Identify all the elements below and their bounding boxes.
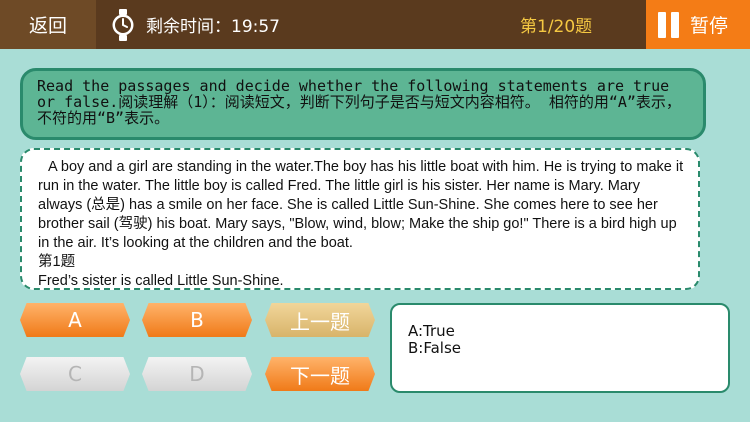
next-question-button[interactable]: 下一题	[265, 357, 375, 391]
choice-b-button[interactable]: B	[142, 303, 252, 337]
choice-c-button[interactable]: C	[20, 357, 130, 391]
question-text: Fred’s sister is called Little Sun-Shine…	[38, 273, 284, 289]
answer-option-b: B:False	[408, 339, 461, 357]
choice-d-button[interactable]: D	[142, 357, 252, 391]
choice-a-button[interactable]: A	[20, 303, 130, 337]
timer: 剩余时间：19:57	[146, 12, 280, 37]
pause-icon	[658, 11, 680, 38]
pause-label: 暂停	[690, 15, 729, 37]
top-bar: 返回 剩余时间：19:57 第1/20题 暂停	[0, 0, 750, 49]
timer-label: 剩余时间：	[146, 17, 231, 37]
question-number: 第1题	[38, 254, 76, 270]
passage-box: A boy and a girl are standing in the wat…	[20, 148, 700, 290]
answer-option-a: A:True	[408, 322, 455, 340]
stopwatch-icon	[112, 9, 134, 41]
answer-options-box: A:True B:False	[390, 303, 730, 393]
timer-value: 19:57	[231, 17, 280, 37]
passage-text: A boy and a girl are standing in the wat…	[38, 159, 684, 251]
pause-button[interactable]: 暂停	[646, 0, 750, 49]
back-button[interactable]: 返回	[0, 0, 96, 49]
instruction-box: Read the passages and decide whether the…	[20, 68, 706, 140]
instruction-text: Read the passages and decide whether the…	[37, 77, 681, 127]
question-progress: 第1/20题	[520, 17, 593, 37]
previous-question-button[interactable]: 上一题	[265, 303, 375, 337]
